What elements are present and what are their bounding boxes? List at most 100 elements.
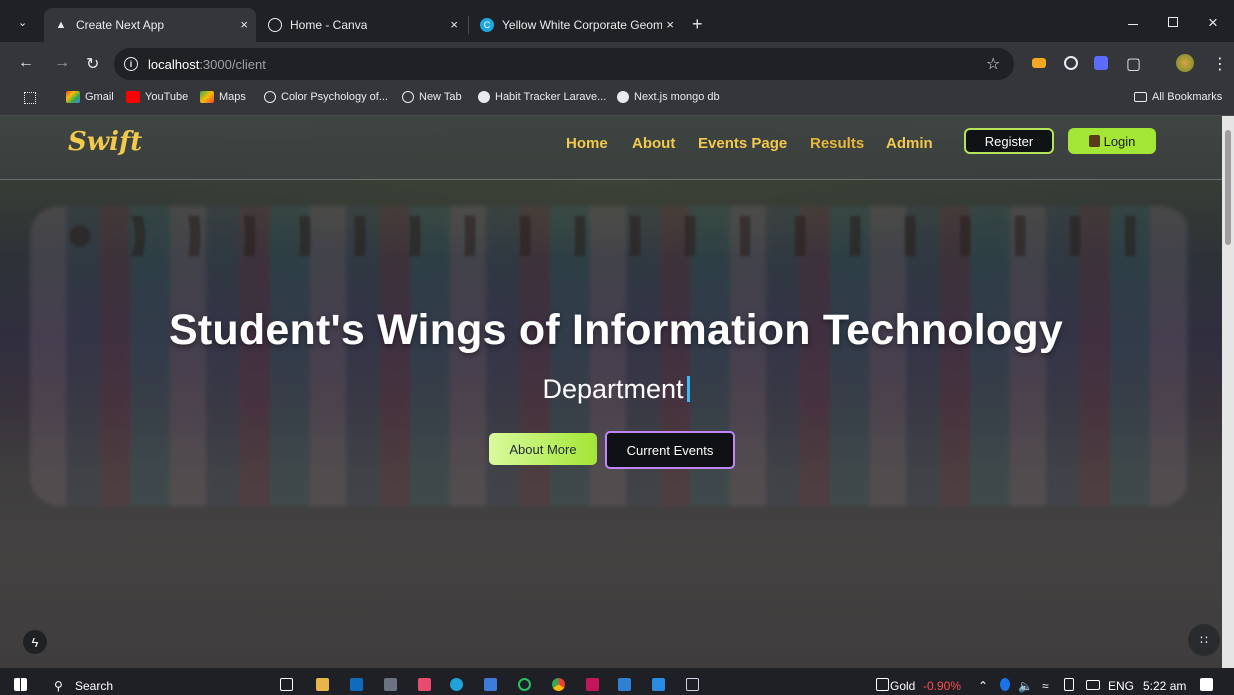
tab-create-next-app[interactable]: ▲ Create Next App × xyxy=(44,8,256,42)
url-path: :3000/client xyxy=(199,56,266,72)
bluetooth-icon[interactable] xyxy=(1000,678,1010,691)
site-navbar: Swift Home About Events Page Results Adm… xyxy=(0,116,1222,180)
bookmark-color-psychology[interactable]: Color Psychology of... xyxy=(264,91,388,103)
nav-about[interactable]: About xyxy=(632,135,675,152)
login-button[interactable]: Login xyxy=(1068,128,1156,154)
current-events-button[interactable]: Current Events xyxy=(605,431,735,469)
bookmark-label: Next.js mongo db xyxy=(634,91,720,103)
bookmark-label: Maps xyxy=(219,91,246,103)
app-blue-icon[interactable] xyxy=(484,678,497,691)
edge-icon[interactable] xyxy=(450,678,463,691)
bookmark-gmail[interactable]: Gmail xyxy=(66,91,114,103)
refresh-green-icon[interactable] xyxy=(518,678,531,691)
info-icon[interactable]: i xyxy=(124,57,138,71)
language-indicator[interactable]: ENG xyxy=(1108,679,1134,693)
bookmark-youtube[interactable]: YouTube xyxy=(126,91,188,103)
gmail-icon xyxy=(66,91,80,103)
youtube-icon xyxy=(126,91,140,103)
forward-icon[interactable]: → xyxy=(54,54,70,72)
folder-icon xyxy=(1134,92,1147,102)
all-bookmarks-label: All Bookmarks xyxy=(1152,91,1223,103)
hero-subtitle: Department xyxy=(0,374,1222,405)
typing-caret xyxy=(686,376,690,402)
menu-icon[interactable]: ⋮ xyxy=(1212,54,1228,74)
user-lock-icon xyxy=(1088,135,1100,147)
taskbar-search-icon[interactable]: ⚲ xyxy=(54,679,63,693)
notification-icon[interactable] xyxy=(1200,678,1213,691)
bookmark-new-tab[interactable]: New Tab xyxy=(402,91,462,103)
tab-title: Create Next App xyxy=(76,18,165,32)
tab-yellow-white-corporate[interactable]: C Yellow White Corporate Geome × xyxy=(470,8,682,42)
keyboard-icon[interactable] xyxy=(1086,680,1100,690)
register-button[interactable]: Register xyxy=(964,128,1054,154)
avatar[interactable] xyxy=(1176,54,1194,72)
about-more-button[interactable]: About More xyxy=(489,433,597,465)
app-red-icon[interactable] xyxy=(418,678,431,691)
nav-home[interactable]: Home xyxy=(566,135,608,152)
back-icon[interactable]: ← xyxy=(18,54,34,72)
minimize-icon[interactable] xyxy=(1128,24,1138,25)
clock[interactable]: 5:22 am xyxy=(1143,679,1186,693)
hero-title: Student's Wings of Information Technolog… xyxy=(169,306,1063,354)
window-close-icon[interactable]: × xyxy=(1208,13,1218,33)
puzzle-icon[interactable]: ▢ xyxy=(1126,54,1141,74)
tab-title: Home - Canva xyxy=(290,18,368,32)
scrollbar-thumb[interactable] xyxy=(1225,130,1231,245)
bookmark-nextjs-mongo[interactable]: Next.js mongo db xyxy=(617,91,720,103)
close-icon[interactable]: × xyxy=(240,17,248,32)
widgets-icon[interactable] xyxy=(876,678,889,691)
gold-label[interactable]: Gold xyxy=(890,679,915,693)
mail-icon[interactable] xyxy=(618,678,631,691)
globe-icon xyxy=(268,18,282,32)
hero-background-photo-overlay xyxy=(60,216,1160,256)
tab-home-canva[interactable]: Home - Canva × xyxy=(258,8,466,42)
brand-logo[interactable]: Swift xyxy=(68,127,142,157)
target-icon[interactable] xyxy=(1064,56,1078,70)
triangle-icon: ▲ xyxy=(55,19,67,31)
bookmark-label: Habit Tracker Larave... xyxy=(495,91,607,103)
canva-icon: C xyxy=(480,18,494,32)
volume-icon[interactable]: 🔈 xyxy=(1018,679,1033,693)
nav-events-page[interactable]: Events Page xyxy=(698,135,787,152)
windows-start-icon[interactable] xyxy=(14,678,27,691)
taskbar-search[interactable]: Search xyxy=(75,679,113,693)
extension-icon[interactable] xyxy=(1032,58,1046,68)
tab-search-chevron-icon[interactable]: ⌄ xyxy=(18,16,27,29)
file-explorer-icon[interactable] xyxy=(316,678,329,691)
wifi-icon[interactable]: ≈ xyxy=(1042,679,1049,693)
task-view-icon[interactable] xyxy=(280,678,293,691)
login-label: Login xyxy=(1103,133,1136,149)
close-icon[interactable]: × xyxy=(450,17,458,32)
address-bar[interactable]: i localhost :3000/client xyxy=(114,48,1014,80)
bookmark-label: Color Psychology of... xyxy=(281,91,388,103)
vscode-icon[interactable] xyxy=(652,678,665,691)
terminal-icon[interactable] xyxy=(686,678,699,691)
new-tab-button[interactable]: + xyxy=(692,14,703,35)
nav-admin[interactable]: Admin xyxy=(886,135,933,152)
close-icon[interactable]: × xyxy=(666,17,674,32)
tab-title: Yellow White Corporate Geome xyxy=(502,18,662,32)
tray-chevron-icon[interactable]: ⌃ xyxy=(978,679,988,693)
bookmark-habit-tracker[interactable]: Habit Tracker Larave... xyxy=(478,91,606,103)
reload-icon[interactable]: ↻ xyxy=(86,54,99,74)
calendar-icon[interactable] xyxy=(384,678,397,691)
gold-change: -0.90% xyxy=(923,679,962,693)
nav-results[interactable]: Results xyxy=(810,135,864,152)
chrome-icon[interactable] xyxy=(552,678,565,691)
grid-menu-icon[interactable]: ∷ xyxy=(1188,624,1220,656)
outlook-icon[interactable] xyxy=(350,678,363,691)
bookmark-label: YouTube xyxy=(145,91,189,103)
apps-grid-icon[interactable] xyxy=(24,92,36,104)
url-host: localhost xyxy=(148,56,200,72)
restore-icon[interactable] xyxy=(1168,17,1178,27)
tab-separator xyxy=(468,16,469,34)
battery-icon[interactable] xyxy=(1064,678,1074,691)
lightning-icon[interactable]: ϟ xyxy=(23,630,47,654)
github-icon xyxy=(478,91,490,103)
all-bookmarks[interactable]: All Bookmarks xyxy=(1134,91,1222,103)
onenote-icon[interactable] xyxy=(586,678,599,691)
star-icon[interactable]: ☆ xyxy=(986,54,1000,74)
maps-icon xyxy=(200,91,214,103)
extension-blue-icon[interactable] xyxy=(1094,56,1108,70)
bookmark-maps[interactable]: Maps xyxy=(200,91,246,103)
